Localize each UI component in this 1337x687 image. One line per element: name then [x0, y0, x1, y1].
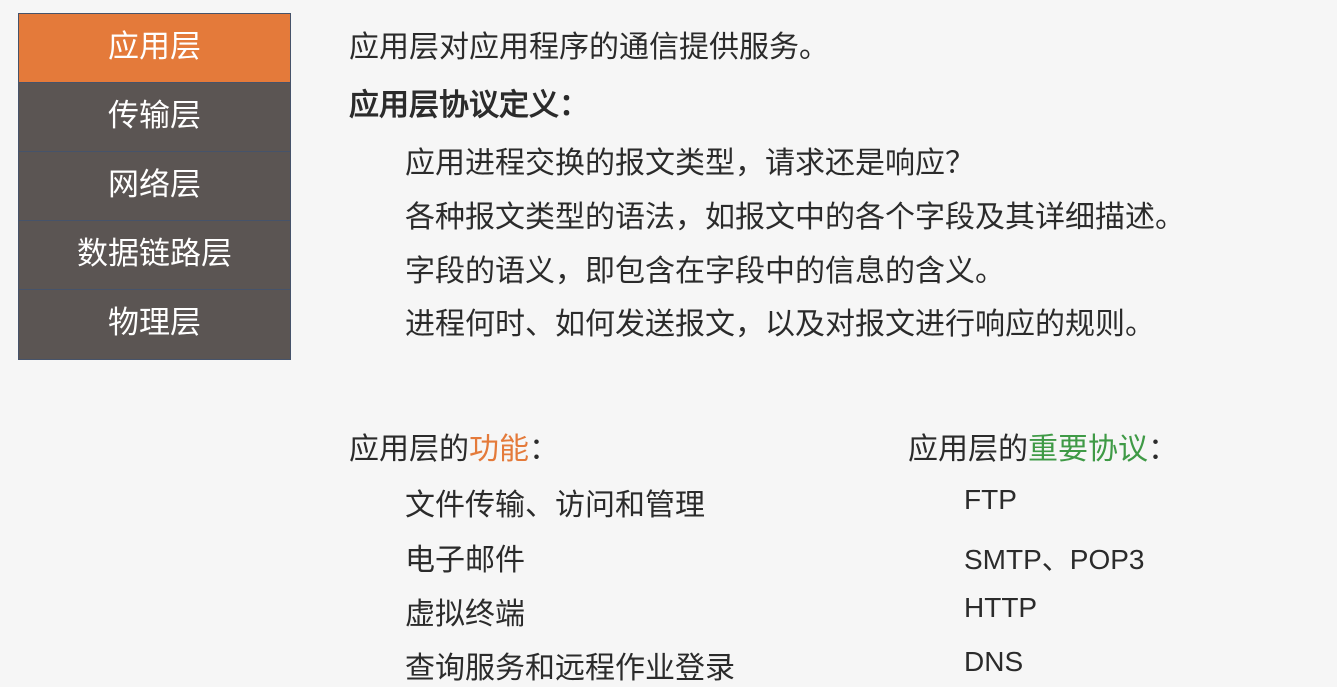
protocols-heading-highlight: 重要协议: [1028, 432, 1148, 467]
function-item: 文件传输、访问和管理: [405, 488, 705, 523]
intro-text: 应用层对应用程序的通信提供服务。: [349, 30, 829, 65]
protocol-def-item: 各种报文类型的语法，如报文中的各个字段及其详细描述。: [405, 200, 1185, 235]
protocol-item: DNS: [964, 646, 1024, 677]
protocol-item: SMTP、POP3: [964, 544, 1145, 575]
layer-network: 网络层: [19, 152, 290, 221]
functions-heading-highlight: 功能: [469, 432, 529, 467]
protocol-def-item: 字段的语义，即包含在字段中的信息的含义。: [405, 254, 1005, 289]
protocols-heading: 应用层的重要协议：: [908, 424, 1178, 468]
layer-physical: 物理层: [19, 290, 290, 359]
function-item: 虚拟终端: [405, 597, 525, 632]
protocols-heading-prefix: 应用层的: [908, 432, 1028, 467]
layer-application: 应用层: [19, 14, 290, 83]
function-item: 电子邮件: [405, 543, 525, 578]
functions-heading-suffix: ：: [529, 432, 559, 467]
protocol-def-item: 进程何时、如何发送报文，以及对报文进行响应的规则。: [405, 307, 1155, 342]
protocol-def-title: 应用层协议定义：: [349, 88, 589, 123]
functions-heading: 应用层的功能：: [349, 424, 559, 468]
function-item: 查询服务和远程作业登录: [405, 651, 735, 686]
layer-data-link: 数据链路层: [19, 221, 290, 290]
protocols-heading-suffix: ：: [1148, 432, 1178, 467]
layer-transport: 传输层: [19, 83, 290, 152]
osi-layer-stack: 应用层 传输层 网络层 数据链路层 物理层: [18, 13, 291, 360]
protocol-item: FTP: [964, 484, 1017, 515]
protocol-item: HTTP: [964, 592, 1038, 623]
functions-heading-prefix: 应用层的: [349, 432, 469, 467]
protocol-def-item: 应用进程交换的报文类型，请求还是响应？: [405, 146, 975, 181]
